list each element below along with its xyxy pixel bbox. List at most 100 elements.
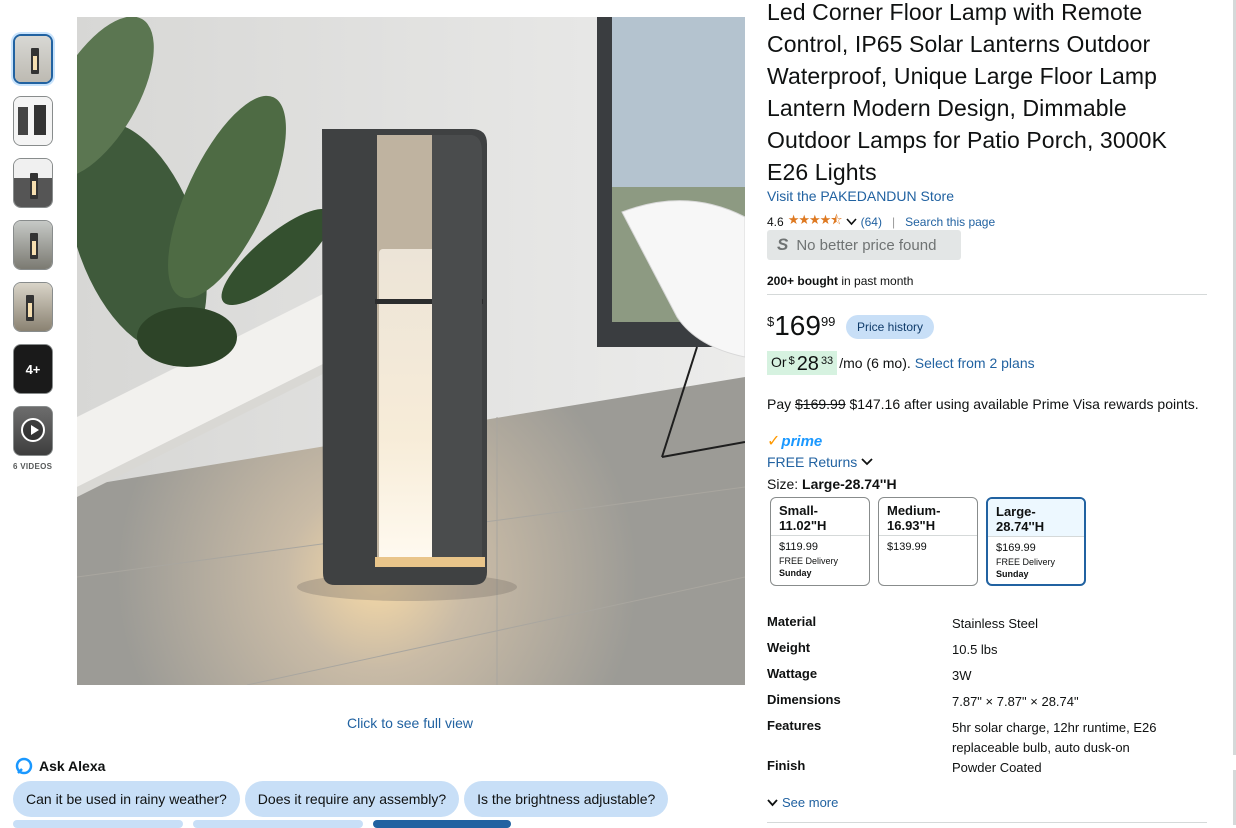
monthly-or: Or — [771, 354, 787, 370]
thumbnail-4[interactable] — [13, 220, 53, 270]
alexa-question-chips-row2 — [13, 820, 511, 828]
spec-value: 5hr solar charge, 12hr runtime, E26 repl… — [952, 720, 1157, 755]
spec-value: 7.87" × 7.87" × 28.74" — [952, 694, 1079, 709]
spec-key: Features — [767, 718, 822, 733]
monthly-payment: Or $ 28 33 /mo (6 mo). Select from 2 pla… — [767, 351, 1035, 375]
price-currency: $ — [767, 314, 775, 329]
pay-prefix: Pay — [767, 396, 796, 412]
alexa-chip-partial[interactable] — [193, 820, 363, 828]
spec-row-finish: Finish Powder Coated — [767, 758, 1212, 784]
alexa-chip-rainy[interactable]: Can it be used in rainy weather? — [13, 781, 240, 817]
divider — [767, 294, 1207, 295]
size-option-name: Medium-16.93"H — [887, 503, 941, 533]
main-product-image[interactable] — [77, 17, 745, 685]
see-more-toggle[interactable]: See more — [767, 795, 838, 810]
see-more-link[interactable]: See more — [782, 795, 838, 810]
bought-rest: in past month — [838, 274, 914, 288]
thumbnail-video[interactable] — [13, 406, 53, 456]
full-view-link[interactable]: Click to see full view — [0, 715, 820, 731]
chevron-down-icon — [861, 458, 873, 466]
price-fraction: 99 — [820, 314, 836, 329]
select-plans-link[interactable]: Select from 2 plans — [915, 355, 1035, 371]
pay-strike-price: $169.99 — [795, 396, 846, 412]
spec-key: Weight — [767, 640, 811, 655]
size-option-price: $169.99 — [996, 542, 1036, 554]
review-count-link[interactable]: (64) — [861, 215, 882, 229]
monthly-term: /mo (6 mo). — [839, 355, 911, 371]
spec-value: Stainless Steel — [952, 616, 1038, 631]
rating-value: 4.6 — [767, 215, 784, 229]
spec-key: Wattage — [767, 666, 818, 681]
thumbnail-strip: 4+ 6 VIDEOS — [13, 34, 53, 471]
divider — [767, 822, 1207, 823]
size-option-small[interactable]: Small-11.02"H $119.99 FREE Delivery Sund… — [770, 497, 870, 586]
thumbnail-more[interactable]: 4+ — [13, 344, 53, 394]
size-option-price: $139.99 — [887, 541, 927, 553]
price-whole: 169 — [774, 310, 821, 341]
monthly-price-box: Or $ 28 33 — [767, 351, 838, 375]
alexa-chip-partial[interactable] — [13, 820, 183, 828]
ask-alexa-header: Ask Alexa — [15, 757, 105, 775]
size-option-name: Large-28.74''H — [988, 499, 1084, 536]
price-tracker-badge[interactable]: S No better price found — [767, 230, 961, 260]
spec-row-material: Material Stainless Steel — [767, 614, 1212, 640]
videos-count-label: 6 VIDEOS — [13, 462, 53, 471]
alexa-question-chips: Can it be used in rainy weather? Does it… — [13, 781, 669, 817]
spec-row-wattage: Wattage 3W — [767, 666, 1212, 692]
ask-alexa-title: Ask Alexa — [39, 758, 106, 774]
spec-value: 10.5 lbs — [952, 642, 998, 657]
size-option-large[interactable]: Large-28.74''H $169.99 FREE Delivery Sun… — [986, 497, 1086, 586]
product-title: Led Corner Floor Lamp with Remote Contro… — [767, 0, 1167, 185]
price-history-button[interactable]: Price history — [846, 315, 935, 339]
play-icon — [21, 418, 45, 442]
chevron-down-icon — [767, 798, 778, 806]
price-display: $ 169 99 — [767, 311, 835, 341]
alexa-icon — [15, 757, 33, 775]
thumbnail-2[interactable] — [13, 96, 53, 146]
size-option-delivery: FREE Delivery — [996, 557, 1056, 567]
spec-key: Material — [767, 614, 817, 629]
free-returns-link[interactable]: FREE Returns — [767, 454, 857, 470]
alexa-chip-brightness[interactable]: Is the brightness adjustable? — [464, 781, 669, 817]
prime-check-icon: ✓ — [767, 433, 781, 450]
size-label: Size: Large-28.74''H — [767, 476, 897, 492]
lamp-photo — [77, 17, 745, 685]
spec-value: 3W — [952, 668, 972, 683]
pay-rest: $147.16 after using available Prime Visa… — [845, 396, 1199, 412]
price-tracker-s-icon: S — [777, 235, 789, 254]
prime-badge: ✓ prime — [767, 431, 822, 451]
spec-row-dimensions: Dimensions 7.87" × 7.87" × 28.74" — [767, 692, 1212, 718]
search-page-link[interactable]: Search this page — [905, 215, 995, 229]
alexa-chip-partial[interactable] — [373, 820, 511, 828]
free-returns[interactable]: FREE Returns — [767, 454, 873, 470]
thumbnail-3[interactable] — [13, 158, 53, 208]
thumbnail-1[interactable] — [13, 34, 53, 84]
spec-row-weight: Weight 10.5 lbs — [767, 640, 1212, 666]
divider: | — [891, 215, 896, 229]
bought-count: 200+ bought — [767, 274, 839, 288]
prime-visa-offer: Pay $169.99 $147.16 after using availabl… — [767, 396, 1199, 412]
prime-label: prime — [781, 432, 823, 450]
size-option-delivery: FREE Delivery — [779, 556, 839, 566]
product-specs-table: Material Stainless Steel Weight 10.5 lbs… — [767, 614, 1212, 784]
no-better-price-text: No better price found — [796, 236, 937, 254]
size-option-day: Sunday — [996, 569, 1029, 579]
thumbnail-5[interactable] — [13, 282, 53, 332]
store-link[interactable]: Visit the PAKEDANDUN Store — [767, 188, 954, 204]
monthly-fraction: 33 — [820, 355, 834, 367]
more-images-count: 4+ — [14, 345, 52, 393]
spec-key: Dimensions — [767, 692, 841, 707]
size-option-price: $119.99 — [779, 541, 818, 553]
bought-in-past-month: 200+ bought in past month — [767, 274, 913, 288]
spec-row-features: Features 5hr solar charge, 12hr runtime,… — [767, 718, 1212, 758]
size-option-name: Small-11.02"H — [779, 503, 827, 533]
size-selected-value: Large-28.74''H — [802, 476, 897, 492]
monthly-currency: $ — [788, 355, 795, 367]
spec-value: Powder Coated — [952, 760, 1042, 775]
monthly-whole: 28 — [796, 353, 819, 375]
size-option-day: Sunday — [779, 568, 812, 578]
size-option-medium[interactable]: Medium-16.93"H $139.99 — [878, 497, 978, 586]
chevron-down-icon[interactable] — [846, 218, 857, 226]
alexa-chip-assembly[interactable]: Does it require any assembly? — [244, 781, 460, 817]
size-label-prefix: Size: — [767, 476, 803, 492]
